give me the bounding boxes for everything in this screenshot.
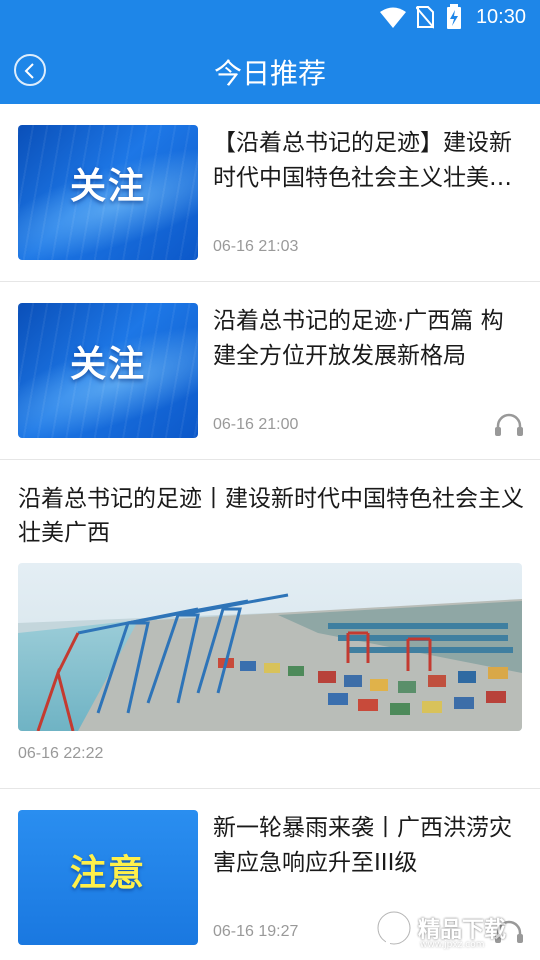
thumbnail-label: 关注 — [69, 166, 146, 207]
app-header: 10:30 今日推荐 — [0, 0, 540, 104]
port-aerial-image — [18, 563, 522, 731]
news-title: 沿着总书记的足迹·广西篇 构建全方位开放发展新格局 — [213, 308, 504, 369]
news-item[interactable]: 关注 沿着总书记的足迹·广西篇 构建全方位开放发展新格局 06-16 21:00 — [0, 282, 540, 460]
news-time: 06-16 19:27 — [213, 923, 299, 940]
thumbnail-label: 关注 — [69, 344, 146, 385]
news-title: 新一轮暴雨来袭丨广西洪涝灾害应急响应升至III级 — [213, 815, 512, 876]
news-time: 06-16 21:00 — [213, 416, 299, 433]
news-title: 沿着总书记的足迹丨建设新时代中国特色社会主义壮美广西 — [18, 486, 524, 546]
page-title: 今日推荐 — [213, 57, 326, 90]
news-item-wide[interactable]: 沿着总书记的足迹丨建设新时代中国特色社会主义壮美广西 06-16 22:22 — [0, 460, 540, 789]
site-watermark: 精品下载 www.jpxz.com — [374, 908, 534, 956]
headphones-icon[interactable] — [494, 412, 524, 438]
status-time: 10:30 — [475, 6, 526, 28]
news-time: 06-16 21:03 — [213, 238, 299, 255]
watermark-url: www.jpxz.com — [420, 940, 485, 950]
news-thumbnail: 关注 — [18, 125, 198, 260]
watermark-logo-icon — [376, 910, 412, 948]
news-time: 06-16 22:22 — [18, 745, 104, 762]
thumbnail-label: 注意 — [69, 852, 146, 894]
no-sim-icon — [416, 6, 434, 29]
news-item[interactable]: 关注 【沿着总书记的足迹】建设新时代中国特色社会主义壮美广西 06-16 21:… — [0, 104, 540, 282]
news-title: 【沿着总书记的足迹】建设新时代中国特色社会主义壮美广西 — [213, 130, 512, 191]
status-bar: 10:30 — [0, 0, 540, 36]
battery-charging-icon — [447, 4, 461, 29]
wifi-icon — [380, 7, 406, 28]
news-thumbnail: 注意 — [18, 810, 198, 945]
news-thumbnail: 关注 — [18, 303, 198, 438]
